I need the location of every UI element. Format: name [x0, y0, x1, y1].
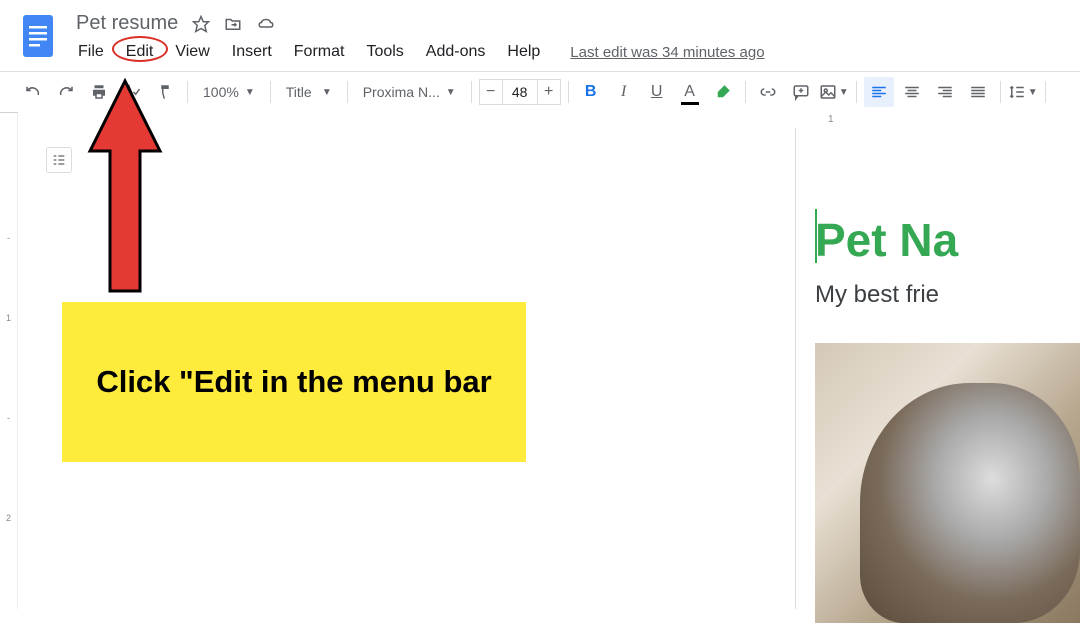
- separator: [1000, 81, 1001, 103]
- underline-button[interactable]: U: [642, 77, 672, 107]
- annotation-text: Click "Edit in the menu bar: [96, 361, 491, 403]
- page-border: [795, 113, 796, 609]
- star-icon[interactable]: [192, 15, 210, 33]
- separator: [347, 81, 348, 103]
- align-right-button[interactable]: [930, 77, 960, 107]
- menu-insert[interactable]: Insert: [230, 41, 274, 63]
- font-select[interactable]: Proxima N... ▼: [355, 81, 464, 103]
- menu-format[interactable]: Format: [292, 41, 347, 63]
- menu-view[interactable]: View: [173, 41, 211, 63]
- title-row: Pet resume: [76, 8, 765, 35]
- menu-tools[interactable]: Tools: [364, 41, 405, 63]
- separator: [270, 81, 271, 103]
- align-center-button[interactable]: [897, 77, 927, 107]
- zoom-value: 100%: [203, 84, 239, 100]
- menu-edit[interactable]: Edit: [124, 41, 156, 63]
- separator: [1045, 81, 1046, 103]
- annotation-callout: Click "Edit in the menu bar: [62, 302, 526, 462]
- chevron-down-icon: ▼: [1028, 87, 1038, 98]
- document-title[interactable]: Pet resume: [76, 12, 178, 35]
- document-subtitle[interactable]: My best frie: [815, 281, 939, 309]
- document-image[interactable]: [815, 343, 1080, 623]
- link-button[interactable]: [753, 77, 783, 107]
- font-size-decrease[interactable]: −: [479, 79, 503, 105]
- image-button[interactable]: ▼: [819, 77, 849, 107]
- font-size-stepper: − 48 +: [479, 79, 561, 105]
- move-folder-icon[interactable]: [224, 15, 242, 33]
- ruler-tick: -: [0, 233, 17, 243]
- highlight-button[interactable]: [708, 77, 738, 107]
- line-spacing-button[interactable]: ▼: [1008, 77, 1038, 107]
- separator: [856, 81, 857, 103]
- ruler-tick: 1: [0, 313, 17, 323]
- separator: [568, 81, 569, 103]
- chevron-down-icon: ▼: [446, 87, 456, 98]
- dog-illustration: [860, 383, 1080, 623]
- annotation-arrow: [80, 76, 170, 301]
- italic-button[interactable]: I: [609, 77, 639, 107]
- font-value: Proxima N...: [363, 84, 440, 100]
- separator: [471, 81, 472, 103]
- horizontal-ruler: 1: [18, 112, 1080, 128]
- docs-logo[interactable]: [18, 10, 58, 62]
- cloud-status-icon[interactable]: [256, 15, 276, 33]
- menu-bar: File Edit View Insert Format Tools Add-o…: [76, 35, 765, 63]
- align-left-button[interactable]: [864, 77, 894, 107]
- style-value: Title: [286, 84, 312, 100]
- last-edit-link[interactable]: Last edit was 34 minutes ago: [570, 44, 764, 61]
- ruler-tick: 2: [0, 513, 17, 523]
- bold-button[interactable]: B: [576, 77, 606, 107]
- chevron-down-icon: ▼: [245, 87, 255, 98]
- separator: [745, 81, 746, 103]
- font-size-value[interactable]: 48: [503, 79, 537, 105]
- style-select[interactable]: Title ▼: [278, 81, 340, 103]
- undo-button[interactable]: [18, 77, 48, 107]
- redo-button[interactable]: [51, 77, 81, 107]
- title-bar: Pet resume File Edit View Insert Format …: [0, 0, 1080, 63]
- chevron-down-icon: ▼: [322, 87, 332, 98]
- document-heading[interactable]: Pet Na: [815, 213, 958, 267]
- separator: [187, 81, 188, 103]
- document-page: Pet Na My best frie: [795, 113, 1080, 609]
- align-justify-button[interactable]: [963, 77, 993, 107]
- outline-toggle-button[interactable]: [46, 147, 72, 173]
- menu-help[interactable]: Help: [505, 41, 542, 63]
- chevron-down-icon: ▼: [839, 87, 849, 98]
- menu-addons[interactable]: Add-ons: [424, 41, 488, 63]
- ruler-mark: 1: [828, 114, 834, 125]
- title-area: Pet resume File Edit View Insert Format …: [76, 8, 765, 63]
- text-color-button[interactable]: A: [675, 77, 705, 107]
- comment-button[interactable]: [786, 77, 816, 107]
- font-size-increase[interactable]: +: [537, 79, 561, 105]
- menu-file[interactable]: File: [76, 41, 106, 63]
- zoom-select[interactable]: 100% ▼: [195, 81, 263, 103]
- ruler-tick: -: [0, 413, 17, 423]
- vertical-ruler: - 1 - 2: [0, 113, 18, 609]
